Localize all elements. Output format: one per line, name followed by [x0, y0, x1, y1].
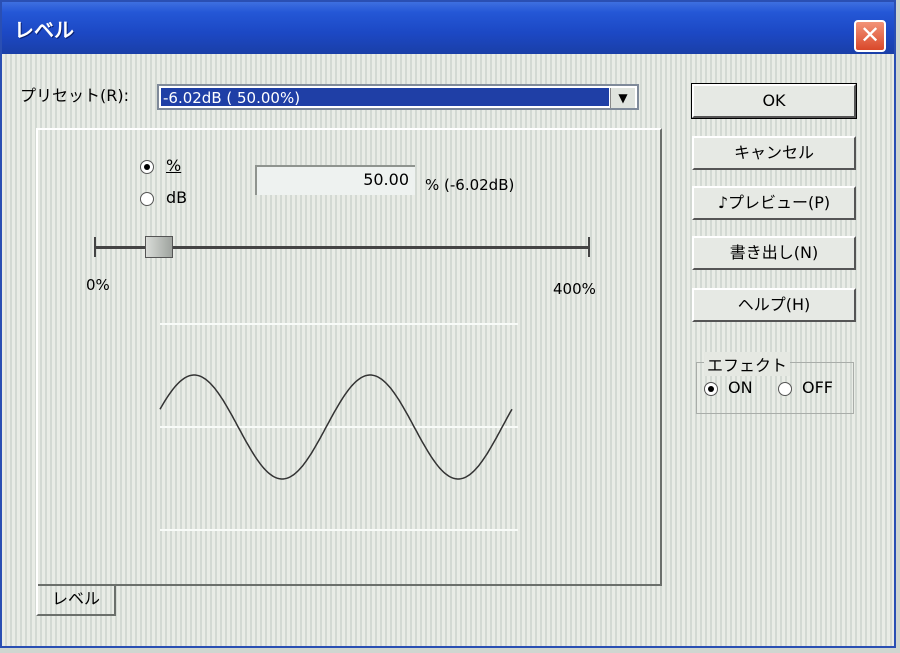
slider-max-label: 400% [553, 280, 596, 298]
window-title: レベル [14, 18, 74, 42]
close-icon: ✕ [859, 21, 881, 49]
db-radio[interactable] [140, 192, 154, 206]
level-unit-text: % (-6.02dB) [425, 176, 515, 194]
preset-label: プリセット(R): [20, 86, 129, 105]
waveform-preview [159, 323, 518, 531]
percent-label: % [166, 156, 182, 175]
level-value-input[interactable]: 50.00 [255, 165, 415, 195]
cancel-button[interactable]: キャンセル [692, 136, 856, 170]
tab-level[interactable]: レベル [36, 584, 116, 616]
effect-group-title: エフェクト [704, 352, 791, 376]
preview-button[interactable]: ♪プレビュー(P) [692, 186, 856, 220]
export-button[interactable]: 書き出し(N) [692, 236, 856, 270]
slider-min-label: 0% [86, 276, 110, 294]
percent-radio[interactable] [140, 160, 154, 174]
help-button[interactable]: ヘルプ(H) [692, 288, 856, 322]
close-button[interactable]: ✕ [854, 20, 886, 52]
level-slider-thumb[interactable] [145, 236, 173, 258]
db-label: dB [166, 188, 188, 207]
effect-on-label: ON [728, 378, 753, 397]
effect-off-label: OFF [802, 378, 833, 397]
slider-max-tick [588, 237, 590, 257]
preset-selected-value: -6.02dB ( 50.00%) [161, 88, 609, 107]
title-bar[interactable]: レベル ✕ [2, 2, 894, 54]
ok-button[interactable]: OK [691, 83, 857, 119]
effect-on-radio[interactable] [704, 382, 718, 396]
effect-off-radio[interactable] [778, 382, 792, 396]
slider-min-tick [94, 237, 96, 257]
dropdown-arrow-icon[interactable]: ▼ [610, 88, 635, 108]
preset-dropdown[interactable]: -6.02dB ( 50.00%) ▼ [157, 84, 639, 110]
